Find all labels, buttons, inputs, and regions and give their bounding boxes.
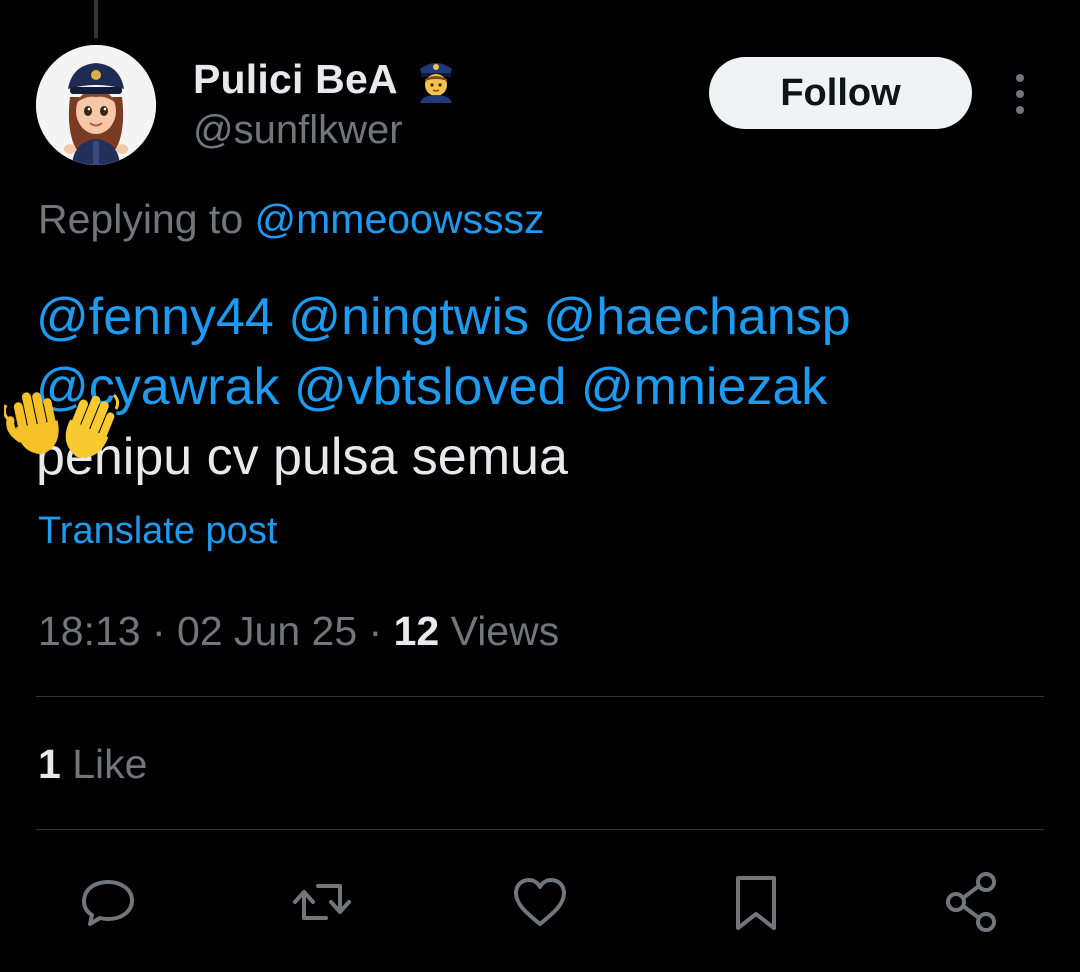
replying-to-line: Replying to @mmeoowsssz [38,196,544,243]
mention-link[interactable]: @ningtwis [288,288,529,346]
mention-link[interactable]: @haechansp [543,288,850,346]
author-handle[interactable]: @sunflkwer [193,108,403,153]
replying-to-label: Replying to [38,196,255,242]
avatar[interactable] [36,45,156,165]
likes-count-link[interactable]: 1 Like [38,741,147,788]
more-options-icon[interactable] [1004,70,1036,118]
views-label[interactable]: Views [439,608,560,654]
likes-count: 1 [38,741,61,787]
mention-link[interactable]: @vbtsloved [294,358,566,416]
reply-icon[interactable] [76,870,140,934]
like-icon[interactable] [508,870,572,934]
mentions-line-1: @fenny44 @ningtwis @haechansp [36,282,1046,352]
mention-link[interactable]: @fenny44 [36,288,274,346]
tweet-text: @fenny44 @ningtwis @haechansp @cyawrak @… [36,282,1046,492]
avatar-image [36,45,156,165]
meta-separator: · [357,608,394,654]
divider [36,829,1044,830]
likes-label: Like [60,741,148,787]
translate-post-link[interactable]: Translate post [38,510,277,553]
views-count[interactable]: 12 [394,608,440,654]
post-date[interactable]: 02 Jun 25 [177,608,357,654]
divider [36,696,1044,697]
waving-hands-emoji-icon [4,392,120,458]
replying-to-handle-link[interactable]: @mmeoowsssz [255,196,545,242]
display-name[interactable]: Pulici BeA [193,56,398,103]
police-officer-emoji-icon [419,63,452,103]
repost-icon[interactable] [290,870,354,934]
thread-connector-line [94,0,98,38]
tweet-body-text: penipu cv pulsa semua [36,428,568,486]
follow-button[interactable]: Follow [709,57,972,129]
display-name-row: Pulici BeA [193,52,460,106]
mention-link[interactable]: @mniezak [581,358,827,416]
bookmark-icon[interactable] [724,870,788,934]
post-metadata: 18:13 · 02 Jun 25 · 12 Views [38,608,559,655]
share-icon[interactable] [940,870,1004,934]
post-time[interactable]: 18:13 [38,608,141,654]
mentions-line-2: @cyawrak @vbtsloved @mniezak [36,352,1046,422]
meta-separator: · [140,608,178,654]
